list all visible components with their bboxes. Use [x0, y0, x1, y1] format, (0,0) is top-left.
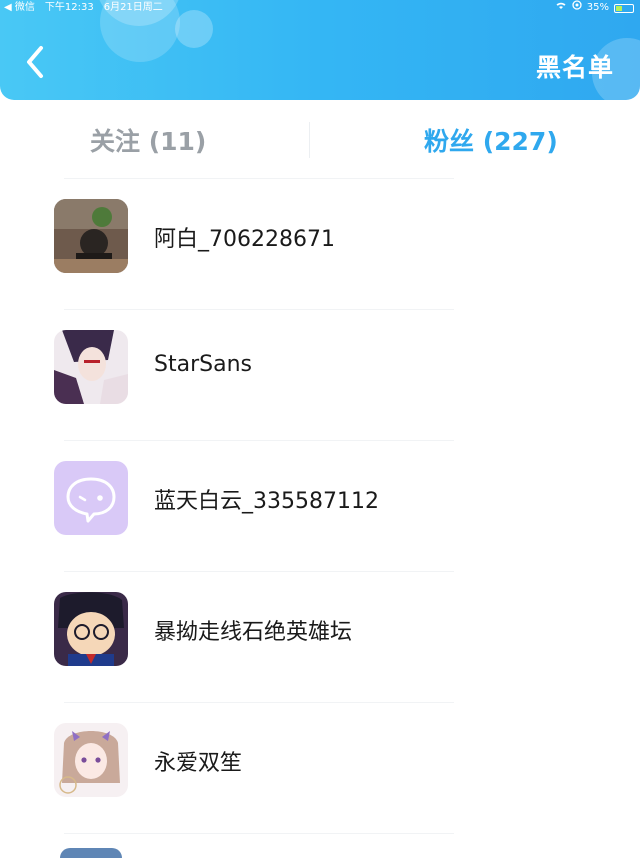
tab-divider: [309, 122, 310, 158]
list-item[interactable]: 永爱双笙: [0, 703, 640, 833]
back-button[interactable]: [20, 46, 50, 82]
blacklist-button[interactable]: 黑名单: [536, 48, 614, 84]
user-name: 蓝天白云_335587112: [154, 489, 379, 514]
avatar[interactable]: [54, 461, 128, 535]
avatar[interactable]: [54, 330, 128, 404]
list-item[interactable]: 蓝天白云_335587112: [0, 441, 640, 571]
avatar[interactable]: [54, 199, 128, 273]
tab-following[interactable]: 关注 (11): [90, 122, 206, 158]
status-bar: ◀ 微信 下午12:33 6月21日周二 35%: [0, 0, 640, 16]
avatar[interactable]: [60, 848, 122, 858]
user-name: 暴拗走线石绝英雄坛: [154, 620, 353, 645]
chevron-left-icon: [24, 45, 46, 83]
follow-tabs: 关注 (11) 粉丝 (227): [0, 110, 640, 170]
fans-list: 阿白_706228671 StarSans 蓝天白云_335587112 暴拗走…: [0, 178, 640, 834]
divider: [64, 833, 454, 834]
list-item[interactable]: 暴拗走线石绝英雄坛: [0, 572, 640, 702]
wifi-icon: [555, 0, 567, 16]
date-label: 6月21日周二: [103, 2, 163, 13]
battery-percent: 35%: [586, 2, 609, 13]
user-name: StarSans: [154, 352, 252, 377]
user-name: 阿白_706228671: [154, 227, 335, 252]
list-item[interactable]: StarSans: [0, 310, 640, 440]
tab-fans[interactable]: 粉丝 (227): [424, 122, 558, 158]
header-bar: ◀ 微信 下午12:33 6月21日周二 35% 黑名单: [0, 0, 640, 100]
time-label: 下午12:33: [44, 2, 94, 13]
battery-icon: [614, 3, 634, 13]
user-name: 永爱双笙: [154, 751, 243, 776]
carrier-label: ◀ 微信: [4, 2, 35, 13]
avatar[interactable]: [54, 723, 128, 797]
location-icon: [572, 0, 582, 16]
list-item[interactable]: 阿白_706228671: [0, 179, 640, 309]
avatar[interactable]: [54, 592, 128, 666]
